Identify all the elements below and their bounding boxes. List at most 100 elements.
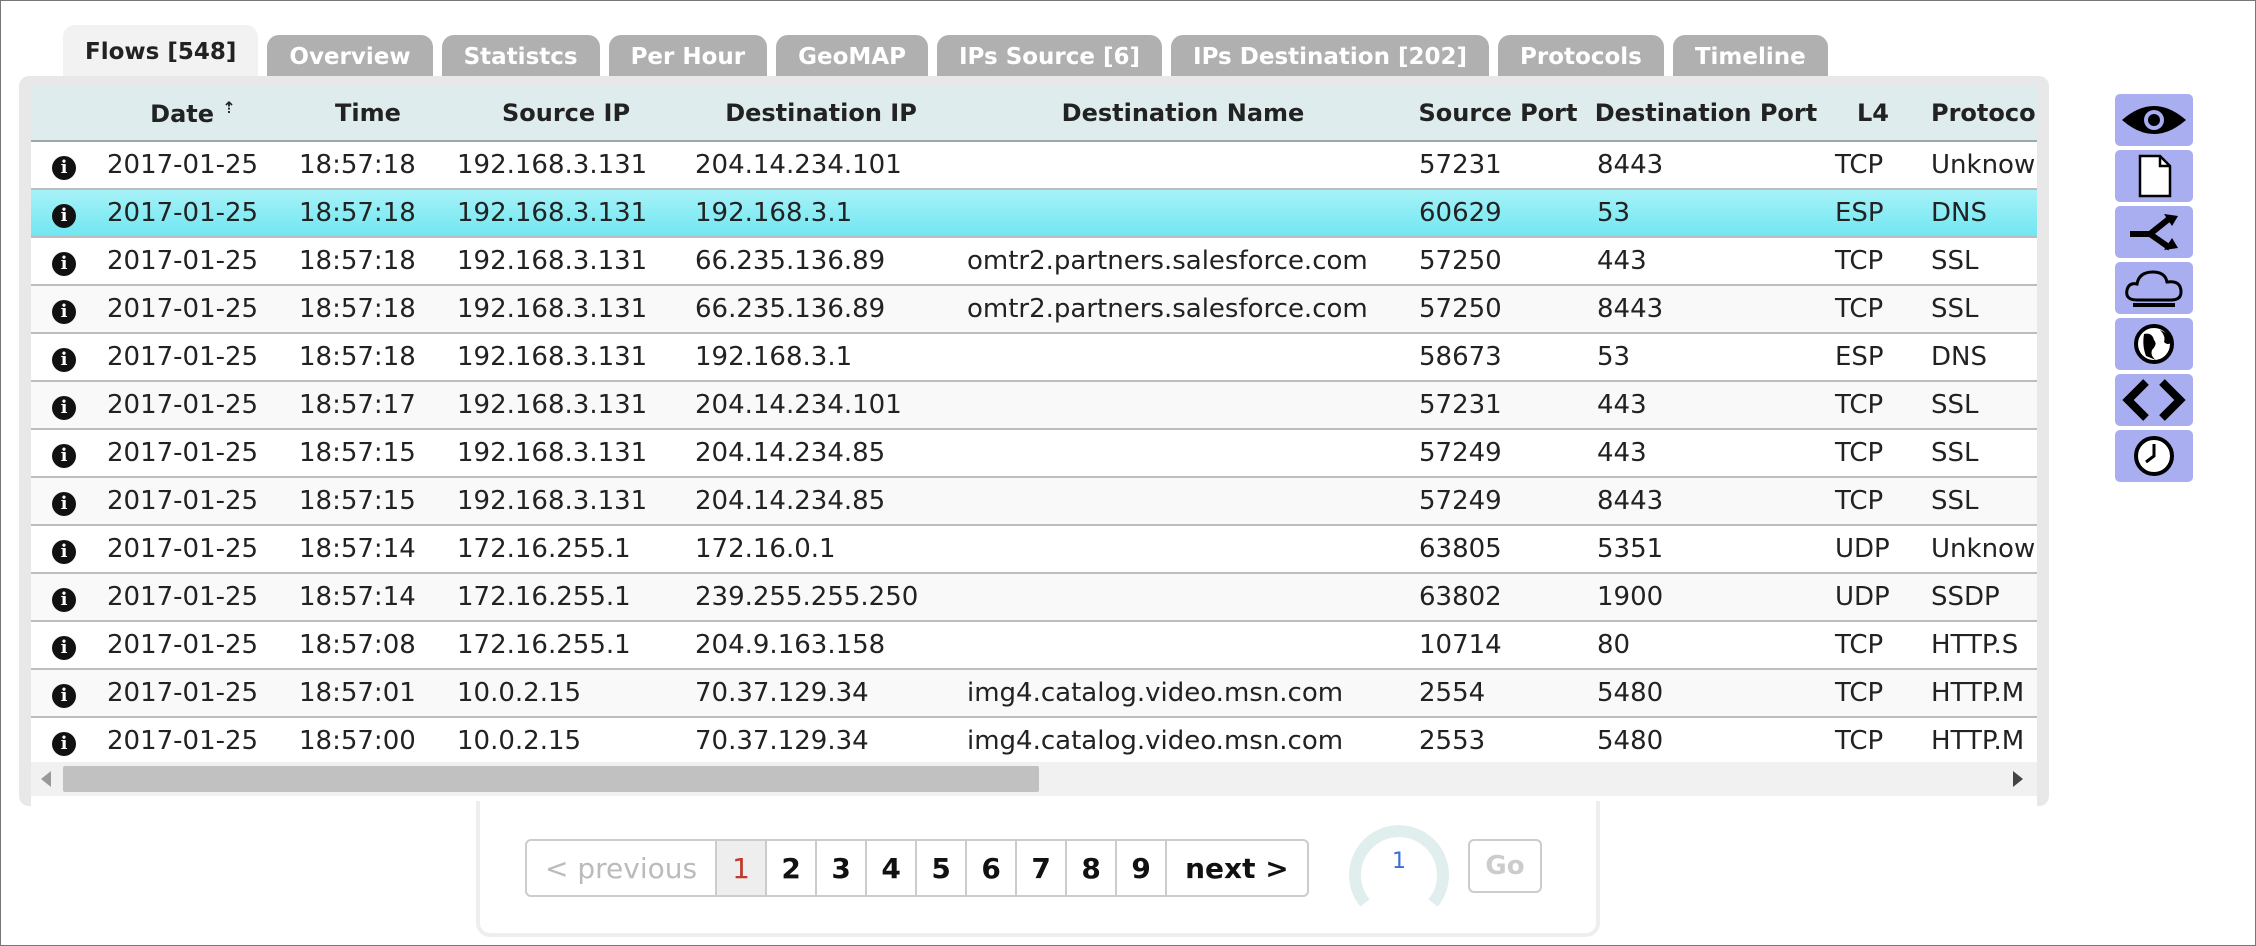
col-header-destination-port[interactable]: Destination Port [1587,86,1825,142]
table-row[interactable]: i 2017-01-25 18:57:18 192.168.3.131 66.235.1… [31,285,2037,334]
cell-destination-port: 53 [1587,189,1825,238]
page-button-4[interactable]: 4 [867,841,918,895]
table-row[interactable]: i 2017-01-25 18:57:14 172.16.255.1 239.255.2… [31,573,2037,622]
cell-destination-name [957,477,1409,526]
cell-source-ip: 192.168.3.131 [447,285,685,334]
tab-geomap[interactable]: GeoMAP [776,35,928,79]
info-icon[interactable]: i [52,348,76,372]
go-button[interactable]: Go [1468,839,1542,893]
row-info-cell[interactable]: i [31,621,97,670]
table-row[interactable]: i 2017-01-25 18:57:15 192.168.3.131 204.14.2… [31,477,2037,526]
row-info-cell[interactable]: i [31,477,97,526]
page-button-7[interactable]: 7 [1017,841,1068,895]
row-info-cell[interactable]: i [31,573,97,622]
tab-protocols[interactable]: Protocols [1498,35,1664,79]
tab-ips-destination[interactable]: IPs Destination [202] [1171,35,1490,79]
document-button[interactable] [2115,150,2193,202]
page-button-9[interactable]: 9 [1117,841,1168,895]
table-row[interactable]: i 2017-01-25 18:57:17 192.168.3.131 204.14.2… [31,381,2037,430]
col-header-source-ip[interactable]: Source IP [447,86,685,142]
row-info-cell[interactable]: i [31,525,97,574]
col-header-destination-ip[interactable]: Destination IP [685,86,957,142]
cell-destination-name [957,525,1409,574]
row-info-cell[interactable]: i [31,381,97,430]
timeline-button[interactable] [2115,430,2193,482]
col-header-date[interactable]: Date ⇡ [97,86,289,142]
info-icon[interactable]: i [52,300,76,324]
table-row[interactable]: i 2017-01-25 18:57:15 192.168.3.131 204.14.2… [31,429,2037,478]
tab-per-hour[interactable]: Per Hour [608,35,768,79]
tab-statistics[interactable]: Statistcs [441,35,600,79]
table-row[interactable]: i 2017-01-25 18:57:18 192.168.3.131 192.168.… [31,189,2037,238]
code-button[interactable] [2115,374,2193,426]
scroll-left-arrow-icon[interactable] [41,771,51,787]
page-button-6[interactable]: 6 [967,841,1018,895]
row-info-cell[interactable]: i [31,333,97,382]
info-icon[interactable]: i [52,732,76,756]
cell-l4: TCP [1825,285,1921,334]
col-header-l4[interactable]: L4 [1825,86,1921,142]
page-button-5[interactable]: 5 [917,841,968,895]
protocols-button[interactable] [2115,262,2193,314]
info-icon[interactable]: i [52,636,76,660]
info-icon[interactable]: i [52,588,76,612]
cell-date: 2017-01-25 [97,669,289,718]
cell-destination-name [957,333,1409,382]
next-page-button[interactable]: next > [1167,841,1307,895]
info-icon[interactable]: i [52,492,76,516]
cell-protocol: SSDP [1921,573,2037,622]
page-button-3[interactable]: 3 [817,841,868,895]
table-row[interactable]: i 2017-01-25 18:57:01 10.0.2.15 70.37.129.34… [31,669,2037,718]
horizontal-scrollbar[interactable] [31,762,2037,796]
info-icon[interactable]: i [52,156,76,180]
row-info-cell[interactable]: i [31,429,97,478]
info-icon[interactable]: i [52,684,76,708]
cell-destination-port: 5480 [1587,717,1825,766]
row-info-cell[interactable]: i [31,237,97,286]
row-info-cell[interactable]: i [31,285,97,334]
cell-destination-name [957,189,1409,238]
tab-ips-source[interactable]: IPs Source [6] [936,35,1163,79]
col-header-source-port[interactable]: Source Port [1409,86,1587,142]
row-info-cell[interactable]: i [31,717,97,766]
view-button[interactable] [2115,94,2193,146]
branch-button[interactable] [2115,206,2193,258]
code-brackets-icon [2122,379,2186,421]
row-info-cell[interactable]: i [31,669,97,718]
tab-flows[interactable]: Flows [548] [63,25,259,79]
cell-destination-ip: 66.235.136.89 [685,285,957,334]
row-info-cell[interactable]: i [31,141,97,190]
table-row[interactable]: i 2017-01-25 18:57:18 192.168.3.131 66.235.1… [31,237,2037,286]
info-icon[interactable]: i [52,444,76,468]
cell-source-port: 57231 [1409,381,1587,430]
page-button-2[interactable]: 2 [767,841,818,895]
cell-protocol: SSL [1921,477,2037,526]
info-icon[interactable]: i [52,540,76,564]
table-row[interactable]: i 2017-01-25 18:57:00 10.0.2.15 70.37.129.34… [31,717,2037,766]
tab-timeline[interactable]: Timeline [1672,35,1828,79]
info-icon[interactable]: i [52,204,76,228]
row-info-cell[interactable]: i [31,189,97,238]
page-button-8[interactable]: 8 [1067,841,1118,895]
page-button-1[interactable]: 1 [717,841,768,895]
col-header-time[interactable]: Time [289,86,447,142]
previous-page-button[interactable]: < previous [527,841,718,895]
cell-l4: TCP [1825,429,1921,478]
scroll-right-arrow-icon[interactable] [2013,771,2023,787]
cell-protocol: DNS [1921,333,2037,382]
table-row[interactable]: i 2017-01-25 18:57:14 172.16.255.1 172.16.0.… [31,525,2037,574]
scrollbar-thumb[interactable] [63,766,1039,792]
table-row[interactable]: i 2017-01-25 18:57:18 192.168.3.131 192.168.… [31,333,2037,382]
info-icon[interactable]: i [52,396,76,420]
cell-time: 18:57:18 [289,141,447,190]
col-header-protocol[interactable]: Protocol [1921,86,2037,142]
col-header-destination-name[interactable]: Destination Name [957,86,1409,142]
info-icon[interactable]: i [52,252,76,276]
geo-button[interactable] [2115,318,2193,370]
cell-destination-port: 1900 [1587,573,1825,622]
table-row[interactable]: i 2017-01-25 18:57:18 192.168.3.131 204.14.2… [31,141,2037,190]
tab-overview[interactable]: Overview [267,35,433,79]
document-icon [2138,154,2172,198]
table-row[interactable]: i 2017-01-25 18:57:08 172.16.255.1 204.9.163… [31,621,2037,670]
cell-l4: TCP [1825,237,1921,286]
